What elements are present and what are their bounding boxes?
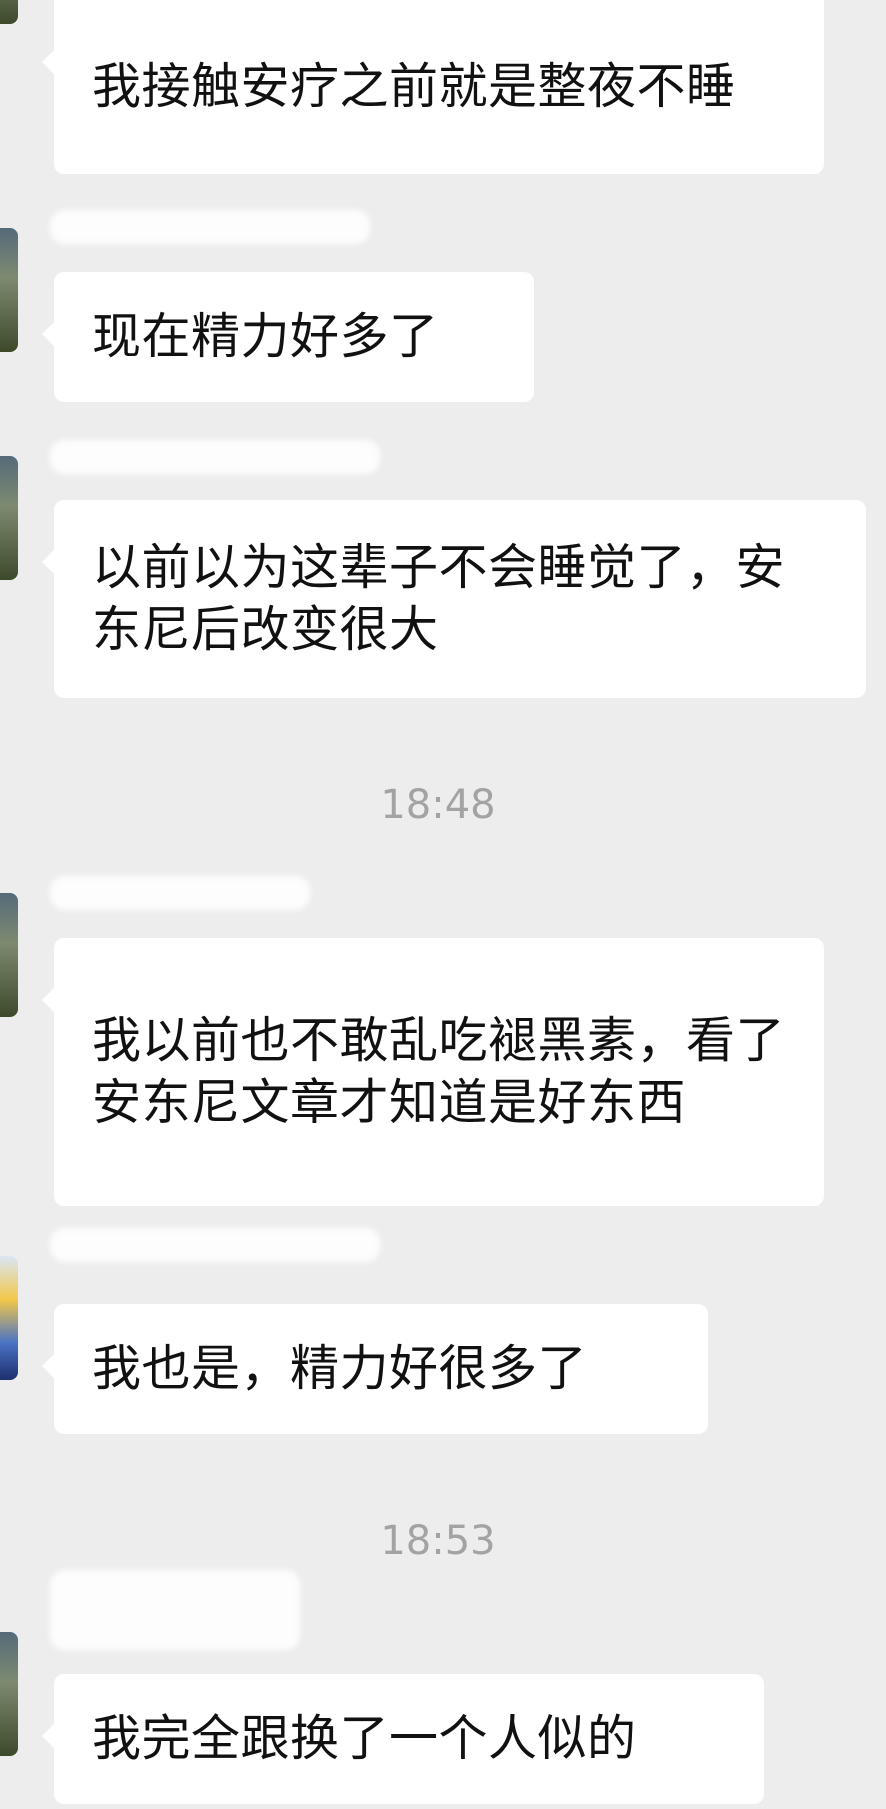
timestamp: 18:53 — [380, 1518, 496, 1564]
message-bubble[interactable]: 以前以为这辈子不会睡觉了，安东尼后改变很大 — [42, 500, 866, 698]
timestamp: 18:48 — [380, 782, 496, 828]
message-bubble[interactable]: 我也是，精力好很多了 — [42, 1304, 708, 1434]
avatar[interactable] — [0, 1632, 18, 1756]
sender-name-redacted — [50, 1570, 300, 1650]
sender-name-redacted — [50, 1228, 380, 1262]
message-text: 以前以为这辈子不会睡觉了，安东尼后改变很大 — [92, 539, 786, 658]
message-text: 我完全跟换了一个人似的 — [92, 1710, 637, 1767]
message-bubble[interactable]: 我接触安疗之前就是整夜不睡 — [42, 0, 824, 174]
message-bubble[interactable]: 我以前也不敢乱吃褪黑素，看了安东尼文章才知道是好东西 — [42, 938, 824, 1206]
message-text: 我接触安疗之前就是整夜不睡 — [92, 58, 736, 115]
message-bubble[interactable]: 我完全跟换了一个人似的 — [42, 1674, 764, 1804]
avatar[interactable] — [0, 228, 18, 352]
sender-name-redacted — [50, 440, 380, 474]
avatar[interactable] — [0, 1256, 18, 1380]
avatar[interactable] — [0, 0, 18, 24]
message-text: 我也是，精力好很多了 — [92, 1340, 588, 1397]
message-text: 现在精力好多了 — [92, 308, 439, 365]
avatar[interactable] — [0, 456, 18, 580]
avatar[interactable] — [0, 893, 18, 1017]
sender-name-redacted — [50, 876, 310, 910]
sender-name-redacted — [50, 210, 370, 244]
message-bubble[interactable]: 现在精力好多了 — [42, 272, 534, 402]
message-text: 我以前也不敢乱吃褪黑素，看了安东尼文章才知道是好东西 — [92, 1012, 786, 1131]
chat-view[interactable]: 我接触安疗之前就是整夜不睡 现在精力好多了 以前以为这辈子不会睡觉了，安东尼后改… — [0, 0, 886, 1809]
